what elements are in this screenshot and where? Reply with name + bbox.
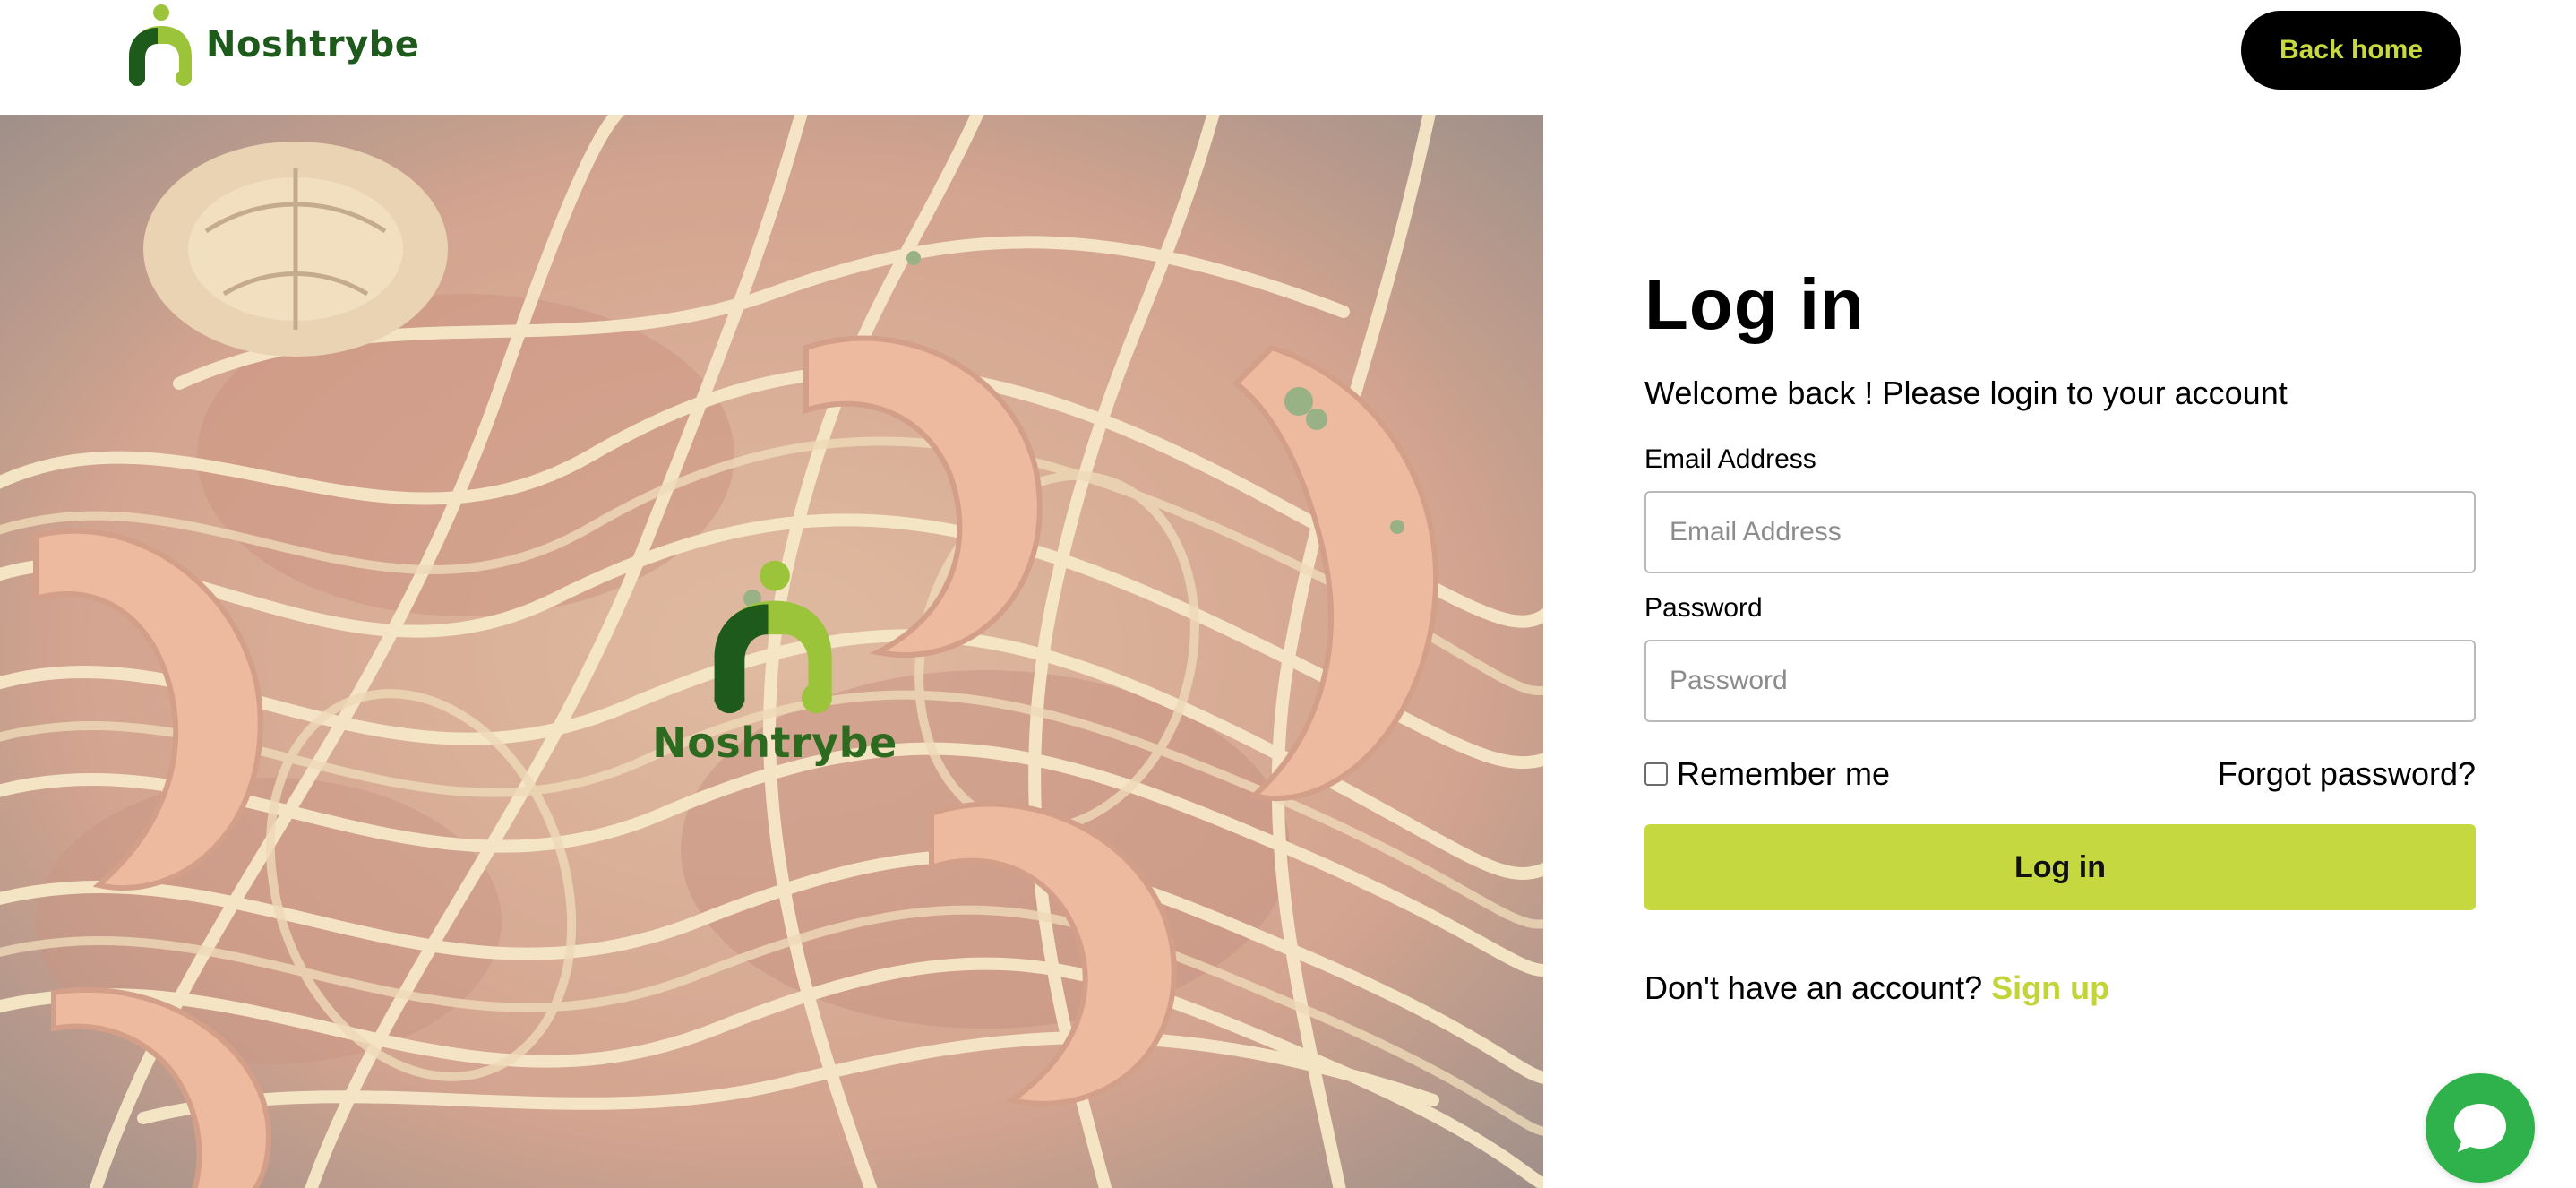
forgot-password-link[interactable]: Forgot password?: [2218, 755, 2476, 793]
chat-bubble-icon: [2454, 1104, 2506, 1152]
email-input[interactable]: [1644, 491, 2476, 573]
page-title: Log in: [1644, 264, 1865, 344]
hero-food-image: Noshtrybe: [0, 115, 1543, 1188]
top-header: Noshtrybe Back home: [0, 0, 2576, 115]
brand-name: Noshtrybe: [206, 24, 420, 65]
hero-brand-name: Noshtrybe: [652, 719, 897, 767]
password-input[interactable]: [1644, 640, 2476, 722]
chat-widget-button[interactable]: [2426, 1073, 2535, 1183]
brand-logo-link[interactable]: Noshtrybe: [127, 2, 419, 88]
password-label: Password: [1644, 593, 1763, 623]
noshtrybe-logo-icon: [714, 560, 832, 714]
remember-me-label: Remember me: [1677, 755, 1891, 792]
remember-me-checkbox[interactable]: [1644, 762, 1668, 786]
login-button[interactable]: Log in: [1644, 824, 2476, 910]
back-home-button[interactable]: Back home: [2241, 11, 2461, 90]
signup-link[interactable]: Sign up: [1991, 969, 2109, 1006]
email-label: Email Address: [1644, 444, 1816, 474]
options-row: Remember me Forgot password?: [1644, 754, 2476, 794]
login-form: Log in Welcome back ! Please login to yo…: [1644, 269, 2476, 1007]
signup-prompt: Don't have an account?: [1644, 969, 1983, 1006]
remember-me-toggle[interactable]: Remember me: [1644, 755, 1890, 793]
welcome-subtitle: Welcome back ! Please login to your acco…: [1644, 374, 2288, 411]
noshtrybe-logo-icon: [129, 4, 192, 86]
hero-brand-logo: Noshtrybe: [652, 557, 897, 767]
signup-row: Don't have an account? Sign up: [1644, 969, 2476, 1007]
